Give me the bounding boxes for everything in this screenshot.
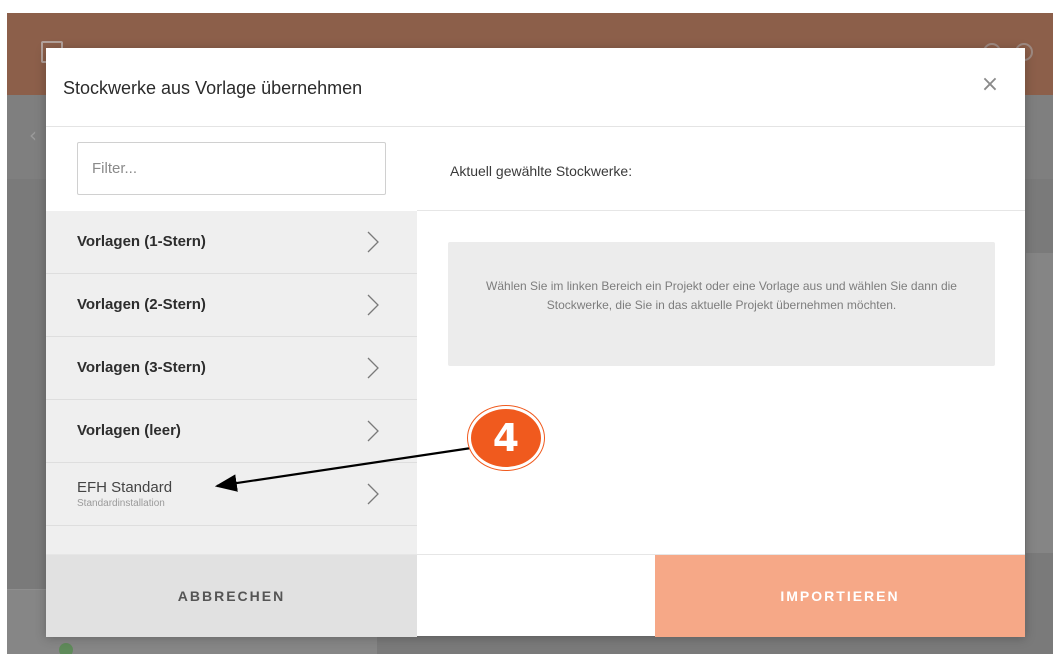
template-item-label: Vorlagen (2-Stern): [77, 296, 206, 313]
divider: [417, 210, 1025, 211]
status-dot: [59, 643, 73, 654]
filter-input[interactable]: [77, 142, 386, 195]
info-box: Wählen Sie im linken Bereich ein Projekt…: [448, 242, 995, 366]
template-item-label: EFH Standard: [77, 479, 173, 496]
template-item-label: Vorlagen (leer): [77, 422, 181, 439]
chevron-right-icon: [367, 357, 379, 379]
dialog-header: Stockwerke aus Vorlage übernehmen ×: [46, 48, 1025, 127]
step-badge: 4: [468, 406, 544, 470]
dialog-footer: ABBRECHEN IMPORTIEREN: [46, 554, 1025, 637]
chevron-right-icon: [367, 294, 379, 316]
selection-panel: Aktuell gewählte Stockwerke: Wählen Sie …: [417, 128, 1025, 554]
chevron-right-icon: [367, 420, 379, 442]
dialog-title: Stockwerke aus Vorlage übernehmen: [63, 78, 363, 98]
app-side-panel: [1026, 253, 1053, 553]
template-item-efh-standard[interactable]: EFH Standard Standardinstallation: [46, 463, 417, 526]
template-panel: Vorlagen (1-Stern) Vorlagen (2-Stern) Vo…: [46, 128, 417, 554]
template-item-1-stern[interactable]: Vorlagen (1-Stern): [46, 211, 417, 274]
cancel-button[interactable]: ABBRECHEN: [46, 555, 417, 637]
template-item-sublabel: Standardinstallation: [77, 498, 165, 509]
template-item-2-stern[interactable]: Vorlagen (2-Stern): [46, 274, 417, 337]
import-floors-dialog: Stockwerke aus Vorlage übernehmen × Vorl…: [46, 48, 1025, 637]
info-text: Wählen Sie im linken Bereich ein Projekt…: [486, 279, 957, 312]
template-item-leer[interactable]: Vorlagen (leer): [46, 400, 417, 463]
chevron-right-icon: [367, 231, 379, 253]
template-item-3-stern[interactable]: Vorlagen (3-Stern): [46, 337, 417, 400]
template-item-label: Vorlagen (1-Stern): [77, 233, 206, 250]
chevron-right-icon: [367, 483, 379, 505]
back-chevron-icon: ‹: [29, 123, 37, 147]
template-item-label: Vorlagen (3-Stern): [77, 359, 206, 376]
filter-area: [46, 128, 417, 211]
close-icon[interactable]: ×: [979, 74, 1001, 96]
import-button[interactable]: IMPORTIEREN: [655, 555, 1025, 637]
selected-floors-label: Aktuell gewählte Stockwerke:: [450, 163, 633, 179]
